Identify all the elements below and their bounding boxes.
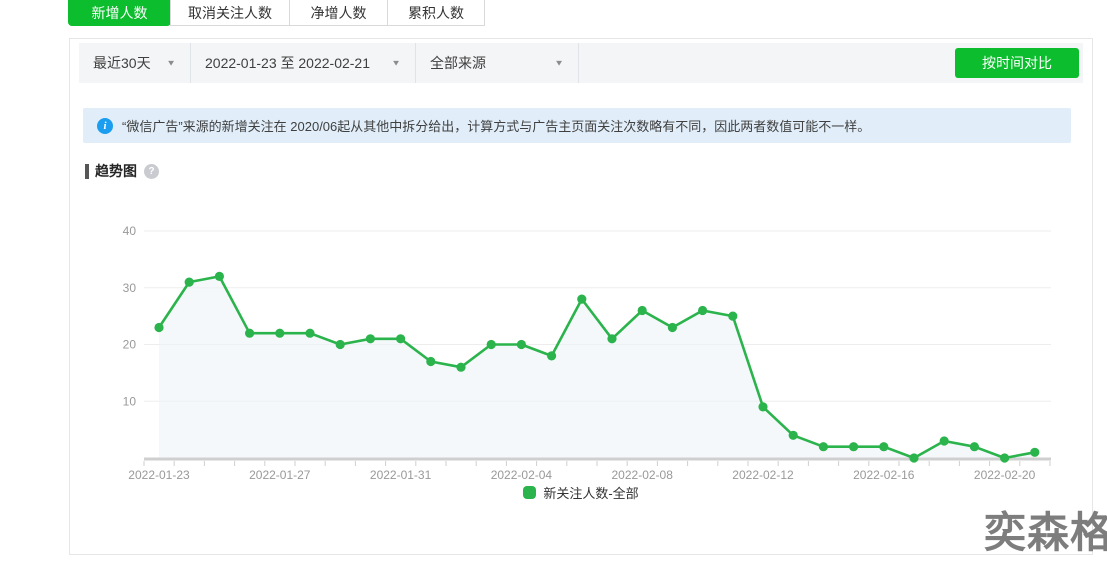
- svg-text:2022-02-04: 2022-02-04: [491, 468, 553, 482]
- svg-text:30: 30: [123, 281, 137, 295]
- chevron-down-icon: ▼: [391, 59, 401, 68]
- date-range-picker[interactable]: 2022-01-23 至 2022-02-21 ▼: [191, 43, 416, 83]
- tab-cumulative[interactable]: 累积人数: [387, 0, 485, 26]
- chevron-down-icon: ▼: [166, 59, 176, 68]
- svg-text:2022-02-08: 2022-02-08: [612, 468, 674, 482]
- svg-text:2022-01-27: 2022-01-27: [249, 468, 311, 482]
- analytics-panel: 最近30天 ▼ 2022-01-23 至 2022-02-21 ▼ 全部来源 ▼…: [69, 38, 1093, 555]
- help-icon[interactable]: ?: [144, 164, 159, 179]
- trend-chart: 10 20 30 40 2022-01-23 2022-01-27 2022-01-31 20…: [70, 211, 1092, 491]
- watermark-logo: 奕森格: [984, 512, 1107, 554]
- time-range-dropdown[interactable]: 最近30天 ▼: [79, 43, 191, 83]
- source-value: 全部来源: [430, 53, 486, 73]
- info-banner: i “微信广告”来源的新增关注在 2020/06起从其他中拆分给出，计算方式与广…: [83, 108, 1071, 143]
- trend-section-header: 趋势图 ?: [85, 161, 159, 181]
- info-icon: i: [97, 118, 113, 134]
- svg-text:20: 20: [123, 338, 137, 352]
- title-accent-bar: [85, 164, 89, 179]
- tab-unfollowed[interactable]: 取消关注人数: [170, 0, 290, 26]
- metric-tabs: 新增人数 取消关注人数 净增人数 累积人数: [68, 0, 485, 26]
- date-range-value: 2022-01-23 至 2022-02-21: [205, 53, 370, 73]
- svg-text:10: 10: [123, 394, 137, 408]
- svg-text:2022-02-12: 2022-02-12: [732, 468, 794, 482]
- chevron-down-icon: ▼: [554, 59, 564, 68]
- time-range-value: 最近30天: [93, 53, 151, 73]
- source-dropdown[interactable]: 全部来源 ▼: [416, 43, 579, 83]
- compare-by-time-button[interactable]: 按时间对比: [955, 48, 1079, 78]
- filter-bar: 最近30天 ▼ 2022-01-23 至 2022-02-21 ▼ 全部来源 ▼…: [79, 43, 1083, 83]
- section-title: 趋势图: [95, 161, 137, 181]
- svg-text:2022-01-31: 2022-01-31: [370, 468, 432, 482]
- legend-marker-icon: [523, 486, 536, 499]
- chart-legend[interactable]: 新关注人数-全部: [70, 483, 1092, 502]
- trend-chart-svg[interactable]: 10 20 30 40 2022-01-23 2022-01-27 2022-01-31 20…: [70, 211, 1092, 491]
- svg-text:2022-02-20: 2022-02-20: [974, 468, 1036, 482]
- info-banner-text: “微信广告”来源的新增关注在 2020/06起从其他中拆分给出，计算方式与广告主…: [122, 116, 870, 135]
- tab-new-followers[interactable]: 新增人数: [68, 0, 171, 26]
- legend-label: 新关注人数-全部: [543, 483, 638, 502]
- tab-net-growth[interactable]: 净增人数: [289, 0, 388, 26]
- svg-text:40: 40: [123, 224, 137, 238]
- svg-text:2022-01-23: 2022-01-23: [128, 468, 190, 482]
- svg-text:2022-02-16: 2022-02-16: [853, 468, 915, 482]
